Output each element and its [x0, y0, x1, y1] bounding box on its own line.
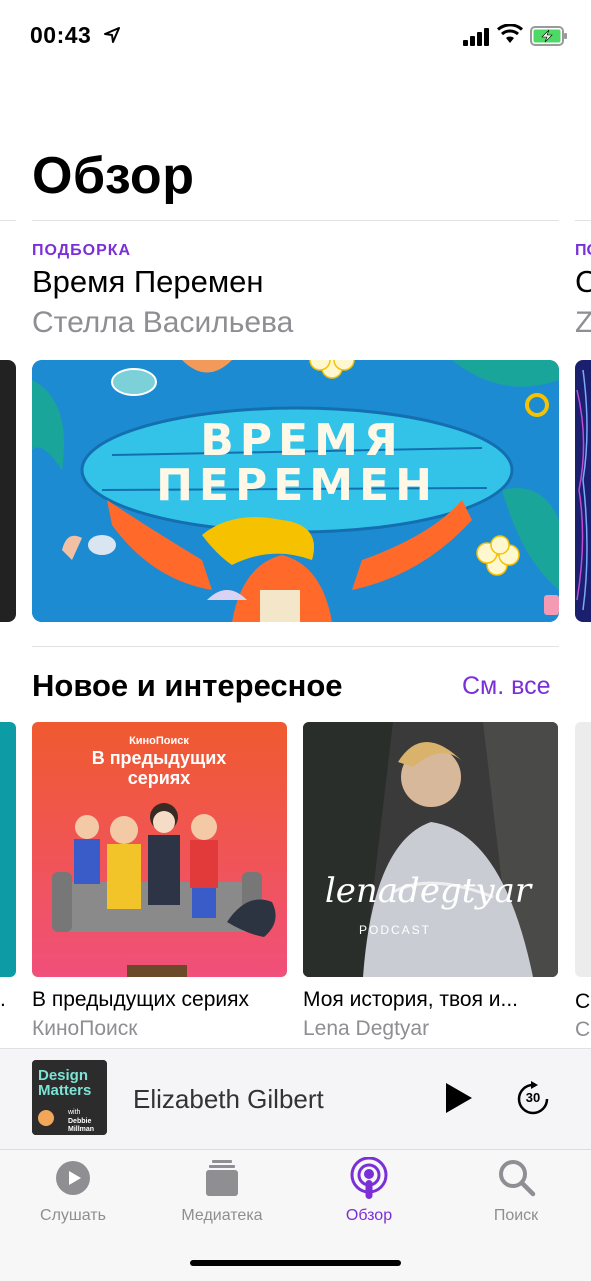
podcast-card-title[interactable]: В предыдущих сериях: [32, 988, 292, 1012]
location-arrow-icon: [104, 27, 120, 43]
podcast-card-subtitle: Lena Degtyar: [303, 1017, 430, 1040]
now-playing-title[interactable]: Elizabeth Gilbert: [133, 1084, 324, 1115]
see-all-link[interactable]: См. все: [462, 672, 551, 701]
divider: [575, 220, 591, 221]
next-card-artwork[interactable]: [575, 722, 591, 977]
svg-text:Millman: Millman: [68, 1126, 94, 1133]
previous-card-artwork[interactable]: [0, 722, 16, 977]
cellular-signal-icon: [463, 28, 489, 46]
featured-title[interactable]: Время Перемен: [32, 264, 264, 300]
svg-text:with: with: [67, 1109, 81, 1116]
featured-banner-artwork[interactable]: ВРЕМЯ ПЕРЕМЕН: [32, 360, 559, 622]
featured-label: ПОДБОРКА: [32, 242, 132, 259]
tab-label: Поиск: [493, 1207, 539, 1224]
card-art-script: lenadegtyar: [325, 871, 533, 911]
status-time: 00:43: [30, 22, 92, 48]
tab-listen[interactable]: Слушать: [13, 1155, 133, 1235]
podcast-card-title[interactable]: Моя история, твоя и...: [303, 988, 553, 1012]
svg-text:сериях: сериях: [128, 768, 191, 788]
tab-library[interactable]: Медиатека: [162, 1155, 282, 1235]
divider: [0, 220, 16, 221]
banner-text-line2: ПЕРЕМЕН: [156, 460, 438, 511]
featured-subtitle: Стелла Васильева: [32, 306, 294, 339]
next-card-subtitle: С: [575, 1018, 591, 1041]
battery-charging-icon: [530, 26, 567, 46]
next-featured-title[interactable]: С: [575, 264, 591, 300]
svg-text:Matters: Matters: [38, 1082, 91, 1099]
podcast-card-artwork[interactable]: lenadegtyar PODCAST: [303, 722, 558, 977]
previous-card-title: .: [0, 988, 6, 1011]
previous-featured-artwork[interactable]: [0, 360, 16, 622]
search-icon: [499, 1160, 536, 1197]
svg-text:В предыдущих: В предыдущих: [92, 748, 227, 768]
banner-text-line1: ВРЕМЯ: [200, 415, 404, 466]
tab-label: Обзор: [345, 1207, 393, 1224]
svg-text:Debbie: Debbie: [68, 1118, 91, 1125]
divider: [32, 646, 559, 647]
page-title: Обзор: [32, 147, 195, 205]
podcast-icon: [350, 1157, 388, 1199]
library-icon: [206, 1160, 238, 1196]
card-art-brand: КиноПоиск: [129, 735, 189, 747]
home-indicator[interactable]: [190, 1260, 401, 1266]
tab-browse[interactable]: Обзор: [309, 1155, 429, 1235]
tab-label: Слушать: [40, 1207, 106, 1224]
podcast-card-subtitle: КиноПоиск: [32, 1017, 138, 1040]
next-featured-artwork[interactable]: [575, 360, 591, 622]
wifi-icon: [497, 24, 523, 43]
skip-interval-label: 30: [525, 1090, 541, 1105]
play-icon[interactable]: [444, 1082, 474, 1114]
next-featured-label: ПО: [575, 242, 591, 259]
section-title: Новое и интересное: [32, 668, 343, 703]
card-art-tag: PODCAST: [359, 923, 431, 937]
tab-search[interactable]: Поиск: [456, 1155, 576, 1235]
divider: [32, 220, 559, 221]
skip-forward-30-button[interactable]: 30: [516, 1080, 550, 1116]
next-card-title: С: [575, 990, 591, 1013]
next-featured-subtitle: Z: [575, 306, 591, 339]
mini-player-artwork[interactable]: Design Matters with Debbie Millman: [32, 1060, 107, 1135]
podcast-card-artwork[interactable]: КиноПоиск В предыдущих сериях: [32, 722, 287, 977]
play-circle-icon: [56, 1161, 90, 1195]
tab-label: Медиатека: [181, 1207, 263, 1224]
